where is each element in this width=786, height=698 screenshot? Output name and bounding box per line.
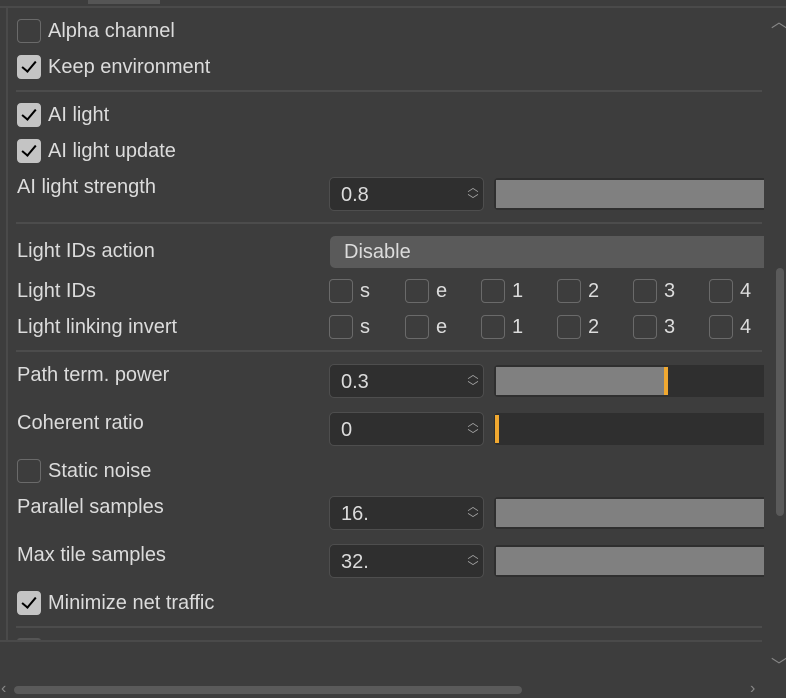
light-linking-invert-checkbox-e[interactable]	[405, 315, 429, 339]
light-linking-invert-option-label: 2	[588, 316, 600, 338]
slider-fill	[496, 180, 764, 208]
parallel-samples-slider[interactable]	[494, 497, 764, 529]
max-tile-samples-value[interactable]: 32.	[341, 550, 369, 574]
slider-marker[interactable]	[663, 367, 668, 395]
light-ids-checkbox-1[interactable]	[481, 279, 505, 303]
keep-environment-checkbox[interactable]	[17, 55, 41, 79]
parallel-samples-value[interactable]: 16.	[341, 502, 369, 526]
light-linking-invert-option-label: s	[360, 316, 370, 338]
light-ids-checkbox-3[interactable]	[633, 279, 657, 303]
slider-fill	[496, 547, 764, 575]
ai-light-label: AI light	[48, 104, 110, 126]
light-ids-label: Light IDs	[17, 280, 96, 302]
light-linking-invert-checkbox-2[interactable]	[557, 315, 581, 339]
stepper-arrows-icon[interactable]: ︿ ﹀	[467, 549, 479, 573]
separator	[16, 626, 762, 628]
vertical-scrollbar-thumb[interactable]	[776, 268, 784, 516]
separator	[16, 90, 762, 92]
scroll-down-icon[interactable]: ﹀	[771, 652, 786, 676]
light-ids-checkbox-s[interactable]	[329, 279, 353, 303]
light-linking-invert-checkbox-s[interactable]	[329, 315, 353, 339]
stepper-arrows-icon[interactable]: ︿ ﹀	[467, 501, 479, 525]
horizontal-scrollbar-thumb[interactable]	[14, 686, 522, 694]
top-border	[0, 6, 786, 8]
ai-light-update-label: AI light update	[48, 140, 176, 162]
light-ids-checkbox-e[interactable]	[405, 279, 429, 303]
alpha-channel-checkbox[interactable]	[17, 19, 41, 43]
light-ids-option-label: 2	[588, 280, 600, 302]
static-noise-label: Static noise	[48, 460, 152, 482]
light-linking-invert-checkbox-3[interactable]	[633, 315, 657, 339]
stepper-arrows-icon[interactable]: ︿ ﹀	[467, 417, 479, 441]
parallel-samples-label: Parallel samples	[17, 496, 164, 518]
slider-fill	[496, 499, 764, 527]
light-linking-invert-checkbox-1[interactable]	[481, 315, 505, 339]
coherent-ratio-spinner[interactable]: 0 ︿ ﹀	[329, 412, 484, 446]
light-ids-action-value: Disable	[344, 241, 411, 263]
stepper-arrows-icon[interactable]: ︿ ﹀	[467, 182, 479, 206]
tab-strip[interactable]	[88, 0, 160, 4]
ai-light-update-checkbox[interactable]	[17, 139, 41, 163]
ai-light-strength-spinner[interactable]: 0.8 ︿ ﹀	[329, 177, 484, 211]
path-term-power-label: Path term. power	[17, 364, 170, 386]
light-ids-checkbox-2[interactable]	[557, 279, 581, 303]
keep-environment-label: Keep environment	[48, 56, 211, 78]
light-ids-option-label: e	[436, 280, 448, 302]
light-ids-option-label: s	[360, 280, 370, 302]
panel-bottom-edge	[0, 640, 762, 642]
alpha-channel-label: Alpha channel	[48, 20, 175, 42]
light-linking-invert-checkbox-4[interactable]	[709, 315, 733, 339]
coherent-ratio-value[interactable]: 0	[341, 418, 352, 442]
path-term-power-slider[interactable]	[494, 365, 764, 397]
separator	[16, 222, 762, 224]
separator	[16, 350, 762, 352]
light-ids-option-label: 1	[512, 280, 524, 302]
ai-light-strength-slider[interactable]	[494, 178, 764, 210]
max-tile-samples-label: Max tile samples	[17, 544, 166, 566]
minimize-net-traffic-label: Minimize net traffic	[48, 592, 215, 614]
stepper-arrows-icon[interactable]: ︿ ﹀	[467, 369, 479, 393]
ai-light-strength-value[interactable]: 0.8	[341, 183, 369, 207]
scroll-left-icon[interactable]: ‹	[1, 680, 6, 698]
parallel-samples-spinner[interactable]: 16. ︿ ﹀	[329, 496, 484, 530]
scroll-up-icon[interactable]: ︿	[771, 8, 786, 32]
minimize-net-traffic-checkbox[interactable]	[17, 591, 41, 615]
slider-fill	[496, 367, 665, 395]
light-linking-invert-option-label: 4	[740, 316, 752, 338]
light-ids-action-dropdown[interactable]: Disable	[330, 236, 764, 268]
max-tile-samples-spinner[interactable]: 32. ︿ ﹀	[329, 544, 484, 578]
light-ids-option-label: 4	[740, 280, 752, 302]
ai-light-checkbox[interactable]	[17, 103, 41, 127]
light-linking-invert-label: Light linking invert	[17, 316, 178, 338]
light-linking-invert-option-label: 3	[664, 316, 676, 338]
light-linking-invert-option-label: e	[436, 316, 448, 338]
light-linking-invert-option-label: 1	[512, 316, 524, 338]
light-ids-action-label: Light IDs action	[17, 240, 155, 262]
slider-marker[interactable]	[495, 415, 499, 443]
max-tile-samples-slider[interactable]	[494, 545, 764, 577]
coherent-ratio-label: Coherent ratio	[17, 412, 144, 434]
left-border	[6, 8, 8, 640]
light-ids-option-label: 3	[664, 280, 676, 302]
static-noise-checkbox[interactable]	[17, 459, 41, 483]
light-ids-checkbox-4[interactable]	[709, 279, 733, 303]
coherent-ratio-slider[interactable]	[494, 413, 764, 445]
path-term-power-value[interactable]: 0.3	[341, 370, 369, 394]
ai-light-strength-label: AI light strength	[17, 176, 156, 198]
scroll-right-icon[interactable]: ›	[750, 680, 755, 698]
path-term-power-spinner[interactable]: 0.3 ︿ ﹀	[329, 364, 484, 398]
